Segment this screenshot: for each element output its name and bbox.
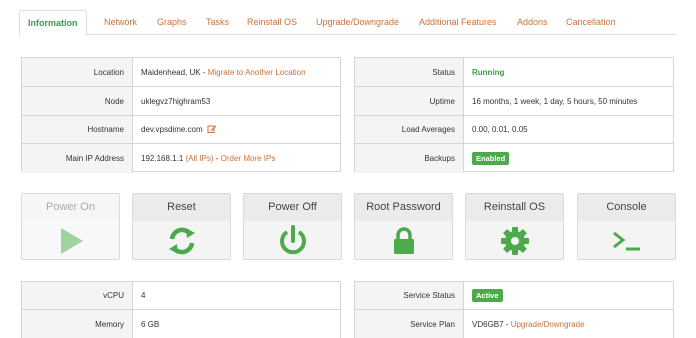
- edit-hostname-icon[interactable]: [207, 124, 217, 136]
- location-value-cell: Maidenhead, UK - Migrate to Another Loca…: [133, 68, 306, 77]
- service-status-row: Service Status Active: [355, 282, 673, 310]
- backups-badge: Enabled: [472, 152, 510, 165]
- tab-network[interactable]: Network: [104, 10, 137, 35]
- ip-label: Main IP Address: [22, 144, 133, 173]
- location-row: Location Maidenhead, UK - Migrate to Ano…: [22, 58, 340, 87]
- root-password-button[interactable]: Root Password: [354, 193, 453, 260]
- ip-value-cell: 192.168.1.1 (All IPs) - Order More IPs: [133, 154, 275, 163]
- service-plan-label: Service Plan: [355, 310, 464, 338]
- migrate-location-link[interactable]: Migrate to Another Location: [208, 68, 306, 77]
- uptime-row: Uptime 16 months, 1 week, 1 day, 5 hours…: [355, 87, 673, 116]
- power-icon: [244, 224, 341, 258]
- console-label: Console: [578, 194, 675, 221]
- tab-addons[interactable]: Addons: [517, 10, 548, 35]
- memory-value: 6 GB: [141, 319, 160, 329]
- backups-value-cell: Enabled: [464, 152, 510, 165]
- server-info-table: Location Maidenhead, UK - Migrate to Ano…: [21, 57, 341, 173]
- tab-cancellation[interactable]: Cancellation: [566, 10, 616, 35]
- tab-graphs[interactable]: Graphs: [157, 10, 187, 35]
- load-averages-label: Load Averages: [355, 116, 464, 143]
- status-row: Status Running: [355, 58, 673, 87]
- status-label: Status: [355, 58, 464, 86]
- location-value: Maidenhead, UK -: [141, 67, 206, 77]
- load-averages-row: Load Averages 0.00, 0.01, 0.05: [355, 116, 673, 144]
- root-password-label: Root Password: [355, 194, 452, 221]
- backups-label: Backups: [355, 144, 464, 173]
- service-status-label: Service Status: [355, 282, 464, 309]
- upgrade-downgrade-link[interactable]: Upgrade/Downgrade: [511, 320, 585, 329]
- hostname-label: Hostname: [22, 116, 133, 143]
- uptime-value: 16 months, 1 week, 1 day, 5 hours, 50 mi…: [472, 96, 638, 106]
- terminal-icon: [578, 224, 675, 258]
- node-value: uklegvz7highram53: [141, 96, 211, 106]
- reinstall-os-label: Reinstall OS: [466, 194, 563, 221]
- ip-value: 192.168.1.1: [141, 154, 184, 163]
- power-on-button: Power On: [21, 193, 120, 260]
- vcpu-label: vCPU: [22, 282, 133, 309]
- reset-label: Reset: [133, 194, 230, 221]
- hostname-value: dev.vpsdime.com: [141, 124, 203, 134]
- tab-information[interactable]: Information: [19, 10, 87, 36]
- lock-icon: [355, 224, 452, 258]
- order-more-ips-link[interactable]: Order More IPs: [221, 154, 276, 163]
- console-button[interactable]: Console: [577, 193, 676, 260]
- service-plan-value-cell: VD6GB7 - Upgrade/Downgrade: [464, 320, 585, 329]
- location-label: Location: [22, 58, 133, 86]
- hostname-value-cell: dev.vpsdime.com: [133, 124, 217, 136]
- power-off-button[interactable]: Power Off: [243, 193, 342, 260]
- ip-separator: -: [215, 154, 219, 163]
- service-table: Service Status Active Service Plan VD6GB…: [354, 281, 674, 338]
- power-on-label: Power On: [22, 194, 119, 221]
- resources-table: vCPU 4 Memory 6 GB: [21, 281, 341, 338]
- status-value: Running: [472, 67, 505, 77]
- node-row: Node uklegvz7highram53: [22, 87, 340, 116]
- tab-reinstall-os[interactable]: Reinstall OS: [247, 10, 297, 35]
- uptime-label: Uptime: [355, 87, 464, 115]
- status-info-table: Status Running Uptime 16 months, 1 week,…: [354, 57, 674, 173]
- vcpu-value: 4: [141, 291, 146, 300]
- service-status-badge: Active: [472, 289, 503, 302]
- memory-row: Memory 6 GB: [22, 310, 340, 338]
- power-off-label: Power Off: [244, 194, 341, 221]
- node-label: Node: [22, 87, 133, 115]
- tab-bar: Information Network Graphs Tasks Reinsta…: [19, 10, 677, 36]
- reset-button[interactable]: Reset: [132, 193, 231, 260]
- memory-label: Memory: [22, 310, 133, 338]
- tab-tasks[interactable]: Tasks: [206, 10, 229, 35]
- gear-icon: [466, 224, 563, 258]
- all-ips-link[interactable]: (All IPs): [186, 154, 214, 163]
- service-plan-row: Service Plan VD6GB7 - Upgrade/Downgrade: [355, 310, 673, 338]
- load-averages-value: 0.00, 0.01, 0.05: [472, 125, 528, 134]
- tab-upgrade-downgrade[interactable]: Upgrade/Downgrade: [316, 10, 399, 35]
- backups-row: Backups Enabled: [355, 144, 673, 173]
- hostname-row: Hostname dev.vpsdime.com: [22, 116, 340, 144]
- play-icon: [22, 224, 119, 258]
- reinstall-os-button[interactable]: Reinstall OS: [465, 193, 564, 260]
- ip-row: Main IP Address 192.168.1.1 (All IPs) - …: [22, 144, 340, 173]
- service-plan-value: VD6GB7 -: [472, 319, 509, 329]
- vcpu-row: vCPU 4: [22, 282, 340, 310]
- refresh-icon: [133, 224, 230, 258]
- service-status-value-cell: Active: [464, 289, 503, 302]
- tab-additional-features[interactable]: Additional Features: [419, 10, 497, 35]
